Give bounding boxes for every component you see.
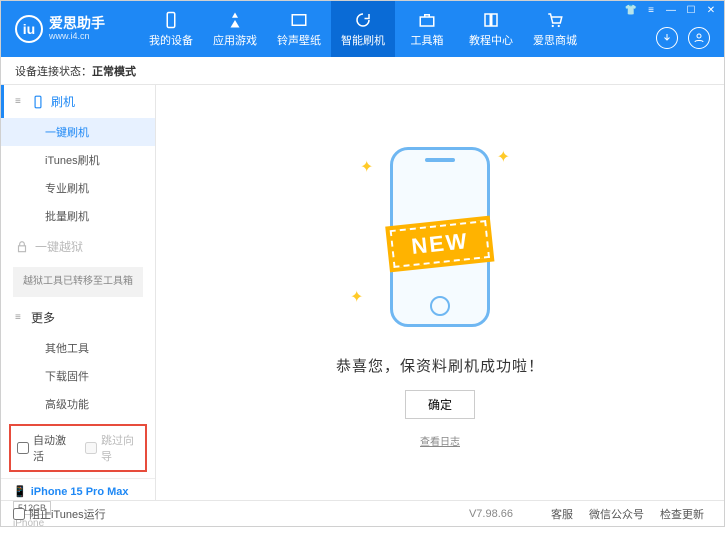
device-name[interactable]: 📱 iPhone 15 Pro Max	[13, 485, 143, 498]
chevron-down-icon: ≡	[15, 96, 25, 107]
minimize-button[interactable]: —	[662, 3, 680, 17]
nav-apps-games[interactable]: 应用游戏	[203, 1, 267, 57]
toolbox-icon	[418, 11, 436, 29]
nav-flash[interactable]: 智能刷机	[331, 1, 395, 57]
sidebar-item-batch-flash[interactable]: 批量刷机	[1, 202, 155, 230]
menu-button[interactable]: ≡	[642, 3, 660, 17]
status-prefix: 设备连接状态：	[15, 63, 92, 79]
checkbox-auto-activate[interactable]: 自动激活	[17, 432, 71, 464]
status-bar: 设备连接状态： 正常模式	[1, 57, 724, 85]
footer-link-update[interactable]: 检查更新	[660, 506, 704, 522]
checkbox-block-itunes[interactable]: 阻止iTunes运行	[13, 506, 106, 522]
sidebar-head-jailbreak[interactable]: 一键越狱	[1, 230, 155, 263]
device-icon: 📱	[13, 485, 27, 498]
success-message: 恭喜您，保资料刷机成功啦！	[336, 355, 544, 376]
footer-link-support[interactable]: 客服	[551, 506, 573, 522]
status-mode: 正常模式	[92, 63, 136, 79]
sidebar-item-download-firmware[interactable]: 下载固件	[1, 362, 155, 390]
download-button[interactable]	[656, 27, 678, 49]
apps-icon	[226, 11, 244, 29]
nav-toolbox[interactable]: 工具箱	[395, 1, 459, 57]
version-label: V7.98.66	[469, 508, 513, 520]
phone-icon	[162, 11, 180, 29]
lock-icon	[15, 240, 29, 254]
flash-icon	[31, 95, 45, 109]
close-button[interactable]: ✕	[702, 3, 720, 17]
nav-my-device[interactable]: 我的设备	[139, 1, 203, 57]
image-icon	[290, 11, 308, 29]
cart-icon	[546, 11, 564, 29]
sparkle-icon: ✦	[360, 157, 373, 177]
header-right	[656, 27, 710, 49]
jailbreak-note: 越狱工具已转移至工具箱	[13, 267, 143, 297]
chevron-down-icon: ≡	[15, 312, 25, 323]
main-content: ✦ ✦ ✦ NEW 恭喜您，保资料刷机成功啦！ 确定 查看日志	[156, 85, 724, 500]
app-url: www.i4.cn	[49, 32, 105, 42]
success-illustration: ✦ ✦ ✦ NEW	[340, 137, 540, 337]
maximize-button[interactable]: ☐	[682, 3, 700, 17]
top-nav: 我的设备 应用游戏 铃声壁纸 智能刷机 工具箱 教程中心 爱思商城	[139, 1, 587, 57]
user-button[interactable]	[688, 27, 710, 49]
logo-area: iu 爱思助手 www.i4.cn	[1, 15, 139, 43]
book-icon	[482, 11, 500, 29]
app-header: iu 爱思助手 www.i4.cn 我的设备 应用游戏 铃声壁纸 智能刷机 工具…	[1, 1, 724, 57]
sparkle-icon: ✦	[497, 147, 510, 167]
checkbox-row: 自动激活 跳过向导	[9, 424, 147, 472]
ok-button[interactable]: 确定	[405, 390, 475, 419]
logo-icon: iu	[15, 15, 43, 43]
refresh-icon	[354, 11, 372, 29]
view-log-link[interactable]: 查看日志	[420, 433, 460, 448]
sparkle-icon: ✦	[350, 287, 363, 307]
skin-button[interactable]: 👕	[622, 3, 640, 17]
nav-tutorials[interactable]: 教程中心	[459, 1, 523, 57]
nav-ringtones[interactable]: 铃声壁纸	[267, 1, 331, 57]
window-controls: 👕 ≡ — ☐ ✕	[622, 3, 720, 17]
checkbox-skip-guide[interactable]: 跳过向导	[85, 432, 139, 464]
sidebar-item-oneclick-flash[interactable]: 一键刷机	[1, 118, 155, 146]
sidebar-item-advanced[interactable]: 高级功能	[1, 390, 155, 418]
footer-link-wechat[interactable]: 微信公众号	[589, 506, 644, 522]
sidebar-item-itunes-flash[interactable]: iTunes刷机	[1, 146, 155, 174]
sidebar-item-pro-flash[interactable]: 专业刷机	[1, 174, 155, 202]
sidebar-head-more[interactable]: ≡ 更多	[1, 301, 155, 334]
app-title: 爱思助手	[49, 16, 105, 31]
nav-store[interactable]: 爱思商城	[523, 1, 587, 57]
sidebar: ≡ 刷机 一键刷机 iTunes刷机 专业刷机 批量刷机 一键越狱 越狱工具已转…	[1, 85, 156, 500]
sidebar-head-flash[interactable]: ≡ 刷机	[1, 85, 155, 118]
sidebar-item-other-tools[interactable]: 其他工具	[1, 334, 155, 362]
